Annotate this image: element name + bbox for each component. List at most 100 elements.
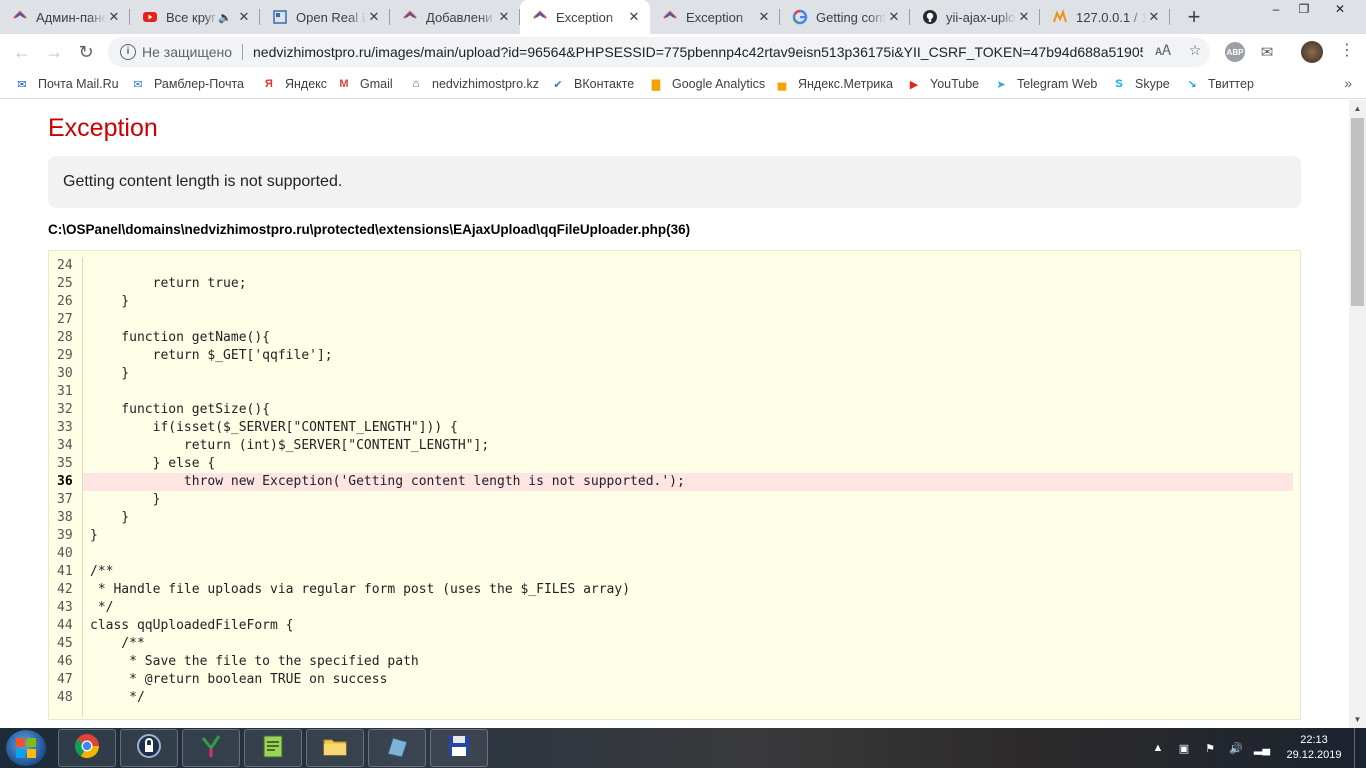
show-desktop-button[interactable] (1354, 728, 1366, 768)
tab-close-icon[interactable]: ✕ (886, 9, 902, 25)
bookmark-label: Почта Mail.Ru (38, 77, 119, 91)
minimize-button[interactable]: – (1262, 0, 1290, 18)
tab-close-icon[interactable]: ✕ (1146, 9, 1162, 25)
taskbar-app[interactable] (306, 729, 364, 767)
browser-tab[interactable]: Getting cont ✕ (780, 0, 910, 34)
scroll-down-arrow-icon[interactable]: ▼ (1349, 711, 1366, 728)
tab-close-icon[interactable]: ✕ (756, 9, 772, 25)
scroll-up-arrow-icon[interactable]: ▲ (1349, 100, 1366, 117)
new-tab-button[interactable]: + (1180, 3, 1208, 31)
bookmark-item[interactable]: Я Яндекс (261, 75, 327, 93)
bookmark-item[interactable]: ▅ Яндекс.Метрика (774, 75, 893, 93)
bookmark-item[interactable]: ✉ Рамблер-Почта (130, 75, 244, 93)
tab-title: 127.0.0.1 / 1 (1076, 9, 1146, 25)
browser-tab[interactable]: Админ-пане ✕ (0, 0, 130, 34)
mail-envelope-icon: ✉ (17, 78, 27, 91)
tab-title: Exception (686, 9, 744, 25)
tab-title: Open Real E (296, 9, 366, 25)
tab-close-icon[interactable]: ✕ (626, 9, 642, 25)
browser-tab[interactable]: Exception ✕ (520, 0, 650, 34)
bookmark-label: Яндекс (285, 77, 328, 91)
analytics-icon: ▇ (651, 78, 661, 91)
youtube-icon: ▶ (909, 78, 919, 91)
back-button[interactable]: ← (8, 38, 36, 66)
bookmarks-bar: ✉ Почта Mail.Ru ✉ Рамблер-Почта Я Яндекс M Gmai… (0, 70, 1366, 99)
adblock-extension-icon[interactable]: ABP (1225, 42, 1245, 62)
bookmark-item[interactable]: S Skype (1111, 75, 1169, 93)
translate-icon[interactable]: 🗚 (1154, 41, 1172, 59)
line-number: 36 (57, 474, 73, 489)
code-line: return true; (90, 276, 247, 291)
taskbar-app[interactable] (120, 729, 178, 767)
tab-close-icon[interactable]: ✕ (236, 9, 252, 25)
taskbar-app[interactable] (368, 729, 426, 767)
tray-device-icon[interactable]: ▣ (1174, 738, 1194, 758)
address-bar[interactable]: i Не защищено nedvizhimostpro.ru/images/… (108, 37, 1210, 67)
browser-tab[interactable]: Open Real E ✕ (260, 0, 390, 34)
browser-tab[interactable]: Все круг 🔈 ✕ (130, 0, 260, 34)
bookmark-star-icon[interactable]: ☆ (1186, 41, 1204, 59)
bookmark-item[interactable]: ▶ YouTube (906, 75, 979, 93)
bookmark-label: Твиттер (1208, 77, 1254, 91)
system-tray: ▲ ▣ ⚑ 🔊 ▂▄ 22:13 29.12.2019 (1148, 728, 1366, 768)
house-icon (532, 9, 548, 25)
profile-avatar[interactable] (1301, 41, 1323, 63)
taskbar-app[interactable] (182, 729, 240, 767)
tray-flag-icon[interactable]: ⚑ (1200, 738, 1220, 758)
tab-close-icon[interactable]: ✕ (366, 9, 382, 25)
scroll-thumb[interactable] (1351, 118, 1364, 306)
yandex-icon: Я (265, 78, 273, 90)
taskbar-app[interactable] (430, 729, 488, 767)
clock-date: 29.12.2019 (1286, 749, 1342, 761)
bookmark-item[interactable]: ▇ Google Analytics (648, 75, 765, 93)
close-window-button[interactable]: ✕ (1320, 0, 1360, 18)
start-button[interactable] (6, 730, 46, 766)
browser-tab[interactable]: Exception ✕ (650, 0, 780, 34)
bookmark-item[interactable]: ✉ Почта Mail.Ru (14, 75, 119, 93)
taskbar-app[interactable] (58, 729, 116, 767)
keepass-icon (135, 732, 163, 765)
browser-tab[interactable]: yii-ajax-uplo ✕ (910, 0, 1040, 34)
line-number: 24 (57, 258, 73, 273)
mail-envelope-icon: ✉ (133, 78, 143, 91)
tab-close-icon[interactable]: ✕ (496, 9, 512, 25)
code-line: function getName(){ (90, 330, 271, 345)
code-line: } (90, 294, 130, 309)
bookmark-item[interactable]: ✔ ВКонтакте (550, 75, 634, 93)
taskbar-app[interactable] (244, 729, 302, 767)
browser-tab[interactable]: Добавлени ✕ (390, 0, 520, 34)
tray-expand-icon[interactable]: ▲ (1148, 738, 1168, 758)
volume-icon[interactable]: 🔊 (1226, 738, 1246, 758)
browser-tab[interactable]: 127.0.0.1 / 1 ✕ (1040, 0, 1170, 34)
bookmark-item[interactable]: ➤ Telegram Web (993, 75, 1097, 93)
reload-button[interactable]: ↻ (72, 38, 100, 66)
url-text[interactable]: nedvizhimostpro.ru/images/main/upload?id… (253, 44, 1143, 60)
line-number: 25 (57, 276, 73, 291)
code-line: class qqUploadedFileForm { (90, 618, 294, 633)
bookmark-item[interactable]: ⌂ nedvizhimostpro.kz (408, 75, 539, 93)
bookmark-item[interactable]: ↘ Твиттер (1184, 75, 1254, 93)
tab-audio-icon[interactable]: 🔈 (218, 11, 232, 24)
info-icon[interactable]: i (120, 44, 136, 60)
security-status-text[interactable]: Не защищено (142, 44, 232, 60)
skype-icon: S (1115, 78, 1123, 90)
line-number: 31 (57, 384, 73, 399)
page-scrollbar[interactable]: ▲ ▼ (1349, 100, 1366, 728)
bookmark-label: Telegram Web (1017, 77, 1098, 91)
clock[interactable]: 22:13 29.12.2019 (1278, 733, 1350, 763)
bookmark-label: Яндекс.Метрика (798, 77, 893, 91)
tab-close-icon[interactable]: ✕ (1016, 9, 1032, 25)
bookmarks-overflow-chevron-icon[interactable]: » (1344, 75, 1352, 91)
line-number: 46 (57, 654, 73, 669)
maximize-button[interactable]: ❐ (1290, 0, 1318, 18)
code-line: * Save the file to the specified path (90, 654, 419, 669)
menu-kebab-icon[interactable]: ⋮ (1338, 41, 1356, 59)
tab-title: Все круг (166, 9, 217, 25)
code-line: function getSize(){ (90, 402, 271, 417)
mail-extension-icon[interactable]: ✉ (1257, 42, 1277, 62)
house-icon: ⌂ (412, 78, 420, 90)
tab-close-icon[interactable]: ✕ (106, 9, 122, 25)
forward-button[interactable]: → (40, 38, 68, 66)
bookmark-item[interactable]: M Gmail (336, 75, 392, 93)
network-signal-icon[interactable]: ▂▄ (1252, 738, 1272, 758)
